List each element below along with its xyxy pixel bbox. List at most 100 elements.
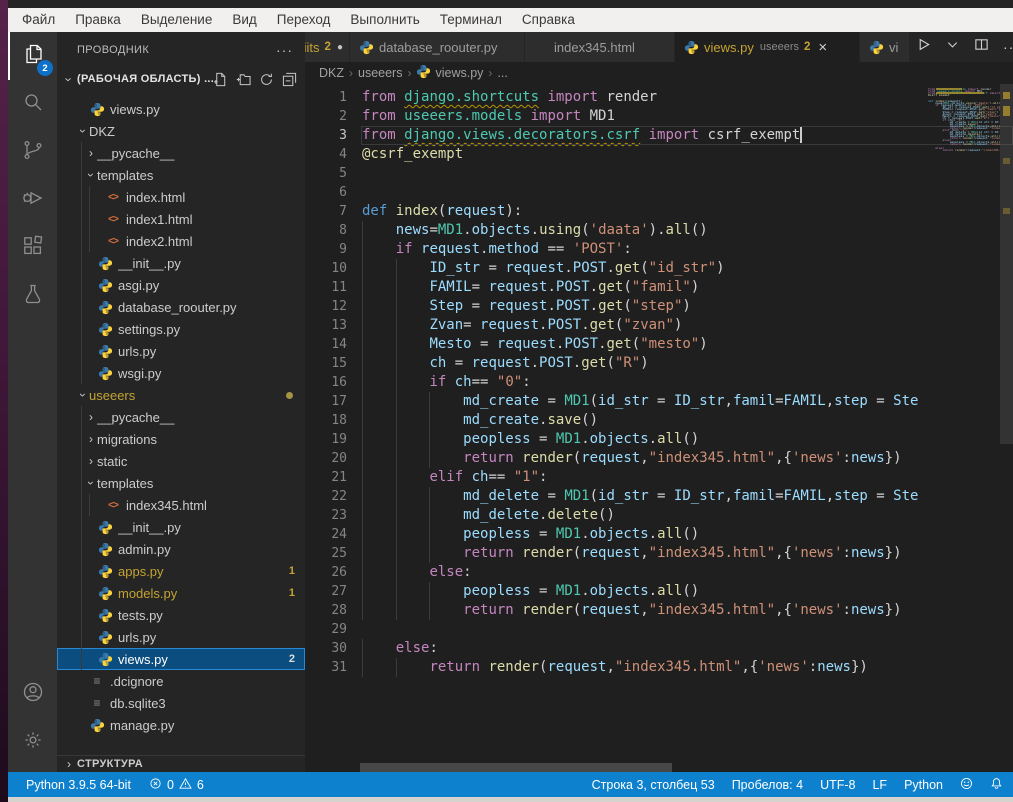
code-line-22[interactable]: 22 md_delete = MD1(id_str = ID_str,famil… (305, 487, 1013, 506)
more-actions-button[interactable]: ··· (1003, 39, 1013, 55)
code-line-21[interactable]: 21 elif ch== "1": (305, 468, 1013, 487)
menu-item-8[interactable]: Справка (512, 8, 585, 32)
tree-file-views.py[interactable]: views.py2 (57, 648, 305, 670)
tree-file-admin.py[interactable]: admin.py (57, 538, 305, 560)
tree-folder-DKZ[interactable]: ›DKZ (57, 120, 305, 142)
menu-item-2[interactable]: Правка (65, 8, 131, 32)
tree-folder-__pycache__[interactable]: ›__pycache__ (57, 406, 305, 428)
tab-vi[interactable]: vi (860, 32, 910, 62)
tree-file-index.html[interactable]: <>index.html (57, 186, 305, 208)
refresh-button[interactable] (259, 72, 274, 87)
tree-file-apps.py[interactable]: apps.py1 (57, 560, 305, 582)
tree-file-index1.html[interactable]: <>index1.html (57, 208, 305, 230)
vertical-scrollbar[interactable] (1000, 84, 1013, 444)
activity-run-debug[interactable] (8, 176, 57, 224)
activity-source-control[interactable] (8, 128, 57, 176)
code-line-7[interactable]: 7def index(request): (305, 202, 1013, 221)
code-line-8[interactable]: 8 news=MD1.objects.using('daata').all() (305, 221, 1013, 240)
new-file-button[interactable] (213, 72, 228, 87)
tree-folder-__pycache__[interactable]: ›__pycache__ (57, 142, 305, 164)
run-button[interactable] (916, 37, 931, 57)
activity-extensions[interactable] (8, 224, 57, 272)
code-line-20[interactable]: 20 return render(request,"index345.html"… (305, 449, 1013, 468)
tree-file-manage.py[interactable]: manage.py (57, 714, 305, 736)
code-line-4[interactable]: 4@csrf_exempt (305, 145, 1013, 164)
menu-item-7[interactable]: Терминал (430, 8, 512, 32)
code-line-10[interactable]: 10 ID_str = request.POST.get("id_str") (305, 259, 1013, 278)
tab-diiits[interactable]: diiits2● (305, 32, 350, 62)
tree-folder-templates[interactable]: ›templates (57, 164, 305, 186)
code-line-14[interactable]: 14 Mesto = request.POST.get("mesto") (305, 335, 1013, 354)
code-line-17[interactable]: 17 md_create = MD1(id_str = ID_str,famil… (305, 392, 1013, 411)
code-line-26[interactable]: 26 else: (305, 563, 1013, 582)
code-line-19[interactable]: 19 peopless = MD1.objects.all() (305, 430, 1013, 449)
activity-account[interactable] (8, 670, 57, 718)
code-line-25[interactable]: 25 return render(request,"index345.html"… (305, 544, 1013, 563)
status-python-interpreter[interactable]: Python 3.9.5 64-bit (26, 778, 131, 792)
status-language-mode[interactable]: Python (904, 778, 943, 792)
tree-file-__init__.py[interactable]: __init__.py (57, 516, 305, 538)
breadcrumb-item-DKZ[interactable]: DKZ (319, 66, 344, 80)
code-line-18[interactable]: 18 md_create.save() (305, 411, 1013, 430)
code-line-30[interactable]: 30 else: (305, 639, 1013, 658)
tree-folder-migrations[interactable]: ›migrations (57, 428, 305, 450)
status-indentation[interactable]: Пробелов: 4 (732, 778, 803, 792)
status-notifications[interactable] (990, 777, 1003, 793)
workspace-section-header[interactable]: › (РАБОЧАЯ ОБЛАСТЬ) ... (57, 68, 305, 90)
new-folder-button[interactable] (236, 72, 251, 87)
code-line-13[interactable]: 13 Zvan= request.POST.get("zvan") (305, 316, 1013, 335)
tree-file-settings.py[interactable]: settings.py (57, 318, 305, 340)
status-problems[interactable]: 06 (149, 777, 204, 793)
activity-explorer[interactable]: 2 (8, 32, 57, 80)
menu-item-1[interactable]: Файл (12, 8, 65, 32)
code-line-9[interactable]: 9 if request.method == 'POST': (305, 240, 1013, 259)
run-dropdown-button[interactable] (945, 37, 960, 57)
code-editor[interactable]: 1from django.shortcuts import render2fro… (305, 84, 1013, 772)
sidebar-more-actions[interactable]: ··· (276, 42, 293, 58)
menu-item-3[interactable]: Выделение (131, 8, 223, 32)
tree-file-models.py[interactable]: models.py1 (57, 582, 305, 604)
tree-folder-static[interactable]: ›static (57, 450, 305, 472)
breadcrumb-item-useeers[interactable]: useeers (358, 66, 402, 80)
code-line-12[interactable]: 12 Step = request.POST.get("step") (305, 297, 1013, 316)
code-line-5[interactable]: 5 (305, 164, 1013, 183)
code-line-6[interactable]: 6 (305, 183, 1013, 202)
status-feedback[interactable] (960, 777, 973, 793)
code-line-31[interactable]: 31 return render(request,"index345.html"… (305, 658, 1013, 677)
code-line-11[interactable]: 11 FAMIL= request.POST.get("famil") (305, 278, 1013, 297)
tree-file-index2.html[interactable]: <>index2.html (57, 230, 305, 252)
code-line-27[interactable]: 27 peopless = MD1.objects.all() (305, 582, 1013, 601)
tree-file-index345.html[interactable]: <>index345.html (57, 494, 305, 516)
activity-testing[interactable] (8, 272, 57, 320)
menu-item-6[interactable]: Выполнить (340, 8, 429, 32)
tree-file-__init__.py[interactable]: __init__.py (57, 252, 305, 274)
code-line-29[interactable]: 29 (305, 620, 1013, 639)
split-editor-button[interactable] (974, 37, 989, 57)
horizontal-scrollbar[interactable] (360, 763, 672, 772)
tree-file-urls.py[interactable]: urls.py (57, 626, 305, 648)
tree-file-db.sqlite3[interactable]: ≡db.sqlite3 (57, 692, 305, 714)
menu-item-4[interactable]: Вид (222, 8, 266, 32)
code-line-3[interactable]: 3from django.views.decorators.csrf impor… (305, 126, 1013, 145)
activity-search[interactable] (8, 80, 57, 128)
tree-file-urls.py[interactable]: urls.py (57, 340, 305, 362)
minimap[interactable]: from django.shortcuts import renderfrom … (928, 88, 1000, 154)
code-line-24[interactable]: 24 peopless = MD1.objects.all() (305, 525, 1013, 544)
tree-file-asgi.py[interactable]: asgi.py (57, 274, 305, 296)
tree-file-views.py[interactable]: views.py (57, 98, 305, 120)
tab-views.py[interactable]: views.pyuseeers2× (675, 32, 860, 62)
status-eol[interactable]: LF (872, 778, 887, 792)
tree-file-wsgi.py[interactable]: wsgi.py (57, 362, 305, 384)
code-line-2[interactable]: 2from useeers.models import MD1 (305, 107, 1013, 126)
tree-file-tests.py[interactable]: tests.py (57, 604, 305, 626)
tab-index345.html[interactable]: index345.html (525, 32, 675, 62)
activity-settings[interactable] (8, 718, 57, 766)
collapse-all-button[interactable] (282, 72, 297, 87)
tab-database_roouter.py[interactable]: database_roouter.py (350, 32, 525, 62)
breadcrumb-item-...[interactable]: ... (497, 66, 507, 80)
breadcrumb-item-views.py[interactable]: views.py (416, 64, 483, 82)
tree-folder-useeers[interactable]: ›useeers (57, 384, 305, 406)
code-line-23[interactable]: 23 md_delete.delete() (305, 506, 1013, 525)
close-icon[interactable]: × (818, 39, 827, 56)
code-line-28[interactable]: 28 return render(request,"index345.html"… (305, 601, 1013, 620)
